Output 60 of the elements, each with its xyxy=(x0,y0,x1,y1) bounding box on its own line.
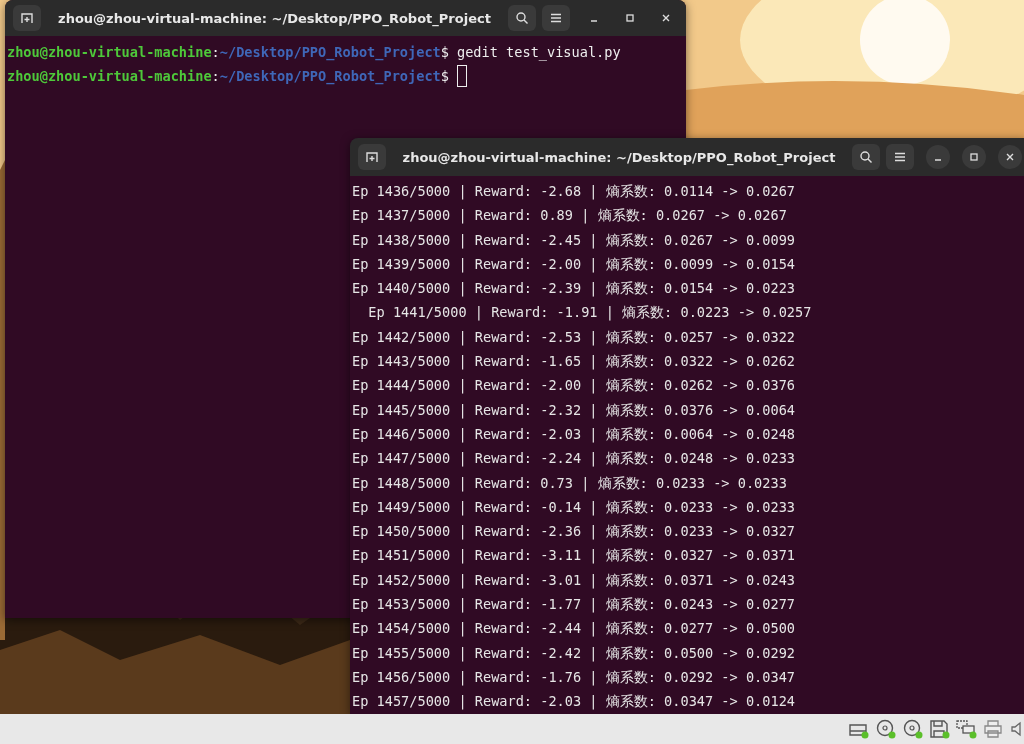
menu-icon xyxy=(549,11,563,25)
log-line: Ep 1448/5000 | Reward: 0.73 | 熵系数: 0.0233 -> 0.0233 xyxy=(352,473,788,494)
new-tab-button[interactable] xyxy=(358,144,386,170)
menu-button[interactable] xyxy=(542,5,570,31)
minimize-button[interactable] xyxy=(926,145,950,169)
prompt-user: zhou@zhou-virtual-machine xyxy=(7,43,212,62)
close-icon xyxy=(661,13,671,23)
log-line: Ep 1449/5000 | Reward: -0.14 | 熵系数: 0.0233 -> 0.0233 xyxy=(352,497,797,518)
new-tab-icon xyxy=(365,150,379,164)
log-line: Ep 1445/5000 | Reward: -2.32 | 熵系数: 0.0376 -> 0.0064 xyxy=(352,400,797,421)
maximize-button[interactable] xyxy=(962,145,986,169)
log-line: Ep 1439/5000 | Reward: -2.00 | 熵系数: 0.0099 -> 0.0154 xyxy=(352,254,797,275)
prompt-path: ~/Desktop/PPO_Robot_Project xyxy=(219,67,441,87)
log-line: Ep 1437/5000 | Reward: 0.89 | 熵系数: 0.0267 -> 0.0267 xyxy=(352,206,788,226)
prompt-user: zhou@zhou-virtual-machine xyxy=(7,67,212,87)
log-line: Ep 1440/5000 | Reward: -2.39 | 熵系数: 0.0154 -> 0.0223 xyxy=(352,279,797,299)
log-line: Ep 1441/5000 | Reward: -1.91 | 熵系数: 0.0223 -> 0.0257 xyxy=(367,303,813,323)
close-icon xyxy=(1005,152,1015,162)
menu-icon xyxy=(893,150,907,164)
log-line: Ep 1442/5000 | Reward: -2.53 | 熵系数: 0.0257 -> 0.0322 xyxy=(352,327,797,348)
menu-button[interactable] xyxy=(886,144,914,170)
speaker-icon[interactable] xyxy=(1010,719,1022,739)
minimize-icon xyxy=(934,159,942,161)
minimize-icon xyxy=(590,20,598,22)
log-line: Ep 1451/5000 | Reward: -3.11 | 熵系数: 0.0327 -> 0.0371 xyxy=(352,546,797,566)
log-line: Ep 1456/5000 | Reward: -1.76 | 熵系数: 0.0292 -> 0.0347 xyxy=(352,667,797,688)
search-icon xyxy=(859,150,873,164)
command-text: gedit test_visual.py xyxy=(456,43,621,63)
log-line: Ep 1444/5000 | Reward: -2.00 | 熵系数: 0.0262 -> 0.0376 xyxy=(352,376,797,396)
search-button[interactable] xyxy=(852,144,880,170)
log-line: Ep 1453/5000 | Reward: -1.77 | 熵系数: 0.0243 -> 0.0277 xyxy=(352,595,797,615)
log-line: Ep 1436/5000 | Reward: -2.68 | 熵系数: 0.0114 -> 0.0267 xyxy=(352,182,797,202)
log-line: Ep 1457/5000 | Reward: -2.03 | 熵系数: 0.0347 -> 0.0124 xyxy=(352,692,797,712)
new-tab-button[interactable] xyxy=(13,5,41,31)
new-tab-icon xyxy=(20,11,34,25)
maximize-icon xyxy=(625,13,635,23)
window-title: zhou@zhou-virtual-machine: ~/Desktop/PPO_Robot_Project xyxy=(401,149,837,165)
log-line: Ep 1455/5000 | Reward: -2.42 | 熵系数: 0.0500 -> 0.0292 xyxy=(352,643,797,664)
prompt-path: ~/Desktop/PPO_Robot_Project xyxy=(219,43,441,63)
prompt-separator: : xyxy=(211,67,220,87)
disc-icon[interactable] xyxy=(875,719,897,739)
log-line: Ep 1446/5000 | Reward: -2.03 | 熵系数: 0.0064 -> 0.0248 xyxy=(352,424,797,445)
close-button[interactable] xyxy=(998,145,1022,169)
printer-icon[interactable] xyxy=(983,719,1005,739)
log-line: Ep 1438/5000 | Reward: -2.45 | 熵系数: 0.0267 -> 0.0099 xyxy=(352,230,797,251)
prompt-symbol: $ xyxy=(440,67,449,87)
log-line: Ep 1450/5000 | Reward: -2.36 | 熵系数: 0.0233 -> 0.0327 xyxy=(352,522,797,542)
prompt-separator: : xyxy=(211,43,220,62)
search-icon xyxy=(515,11,529,25)
log-line: Ep 1447/5000 | Reward: -2.24 | 熵系数: 0.0248 -> 0.0233 xyxy=(352,449,797,469)
floppy-icon[interactable] xyxy=(929,719,951,739)
log-line: Ep 1443/5000 | Reward: -1.65 | 熵系数: 0.0322 -> 0.0262 xyxy=(352,352,797,372)
maximize-icon xyxy=(969,152,979,162)
log-line: Ep 1452/5000 | Reward: -3.01 | 熵系数: 0.0371 -> 0.0243 xyxy=(352,570,797,591)
prompt-symbol: $ xyxy=(440,43,449,62)
log-line: Ep 1454/5000 | Reward: -2.44 | 熵系数: 0.0277 -> 0.0500 xyxy=(352,619,797,639)
window-title: zhou@zhou-virtual-machine: ~/Desktop/PPO_Robot_Project xyxy=(57,10,492,26)
network-icon[interactable] xyxy=(956,719,978,739)
disc-icon[interactable] xyxy=(902,719,924,739)
search-button[interactable] xyxy=(508,5,536,31)
